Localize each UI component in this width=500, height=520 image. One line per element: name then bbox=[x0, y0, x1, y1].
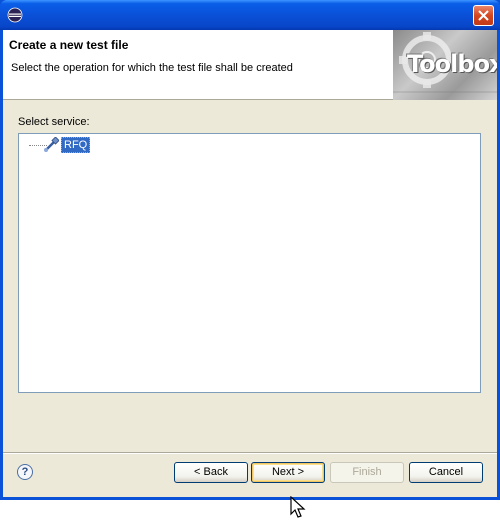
back-button[interactable]: < Back bbox=[174, 462, 248, 483]
banner-logo-text: Toolbox bbox=[407, 50, 497, 78]
close-icon bbox=[478, 10, 489, 21]
finish-button[interactable]: Finish bbox=[330, 462, 404, 483]
service-tree[interactable]: RFQ bbox=[18, 133, 481, 393]
close-button[interactable] bbox=[473, 5, 494, 26]
tree-item-rfq[interactable]: RFQ bbox=[61, 137, 91, 153]
service-icon bbox=[44, 137, 59, 152]
next-button[interactable]: Next > bbox=[251, 462, 325, 483]
wizard-body: Select service: RFQ bbox=[3, 101, 497, 451]
toolbox-banner-image: Toolbox bbox=[393, 30, 497, 100]
page-description: Select the operation for which the test … bbox=[11, 62, 293, 74]
page-title: Create a new test file bbox=[9, 38, 129, 52]
dialog-window: Create a new test file Select the operat… bbox=[0, 0, 500, 518]
dialog-client-area: Create a new test file Select the operat… bbox=[3, 30, 497, 518]
cancel-button[interactable]: Cancel bbox=[409, 462, 483, 483]
wizard-header: Create a new test file Select the operat… bbox=[3, 30, 497, 100]
eclipse-icon bbox=[7, 7, 23, 23]
title-bar[interactable] bbox=[0, 0, 500, 30]
footer-separator bbox=[3, 452, 497, 454]
select-service-label: Select service: bbox=[18, 116, 90, 128]
help-icon[interactable]: ? bbox=[17, 464, 33, 480]
